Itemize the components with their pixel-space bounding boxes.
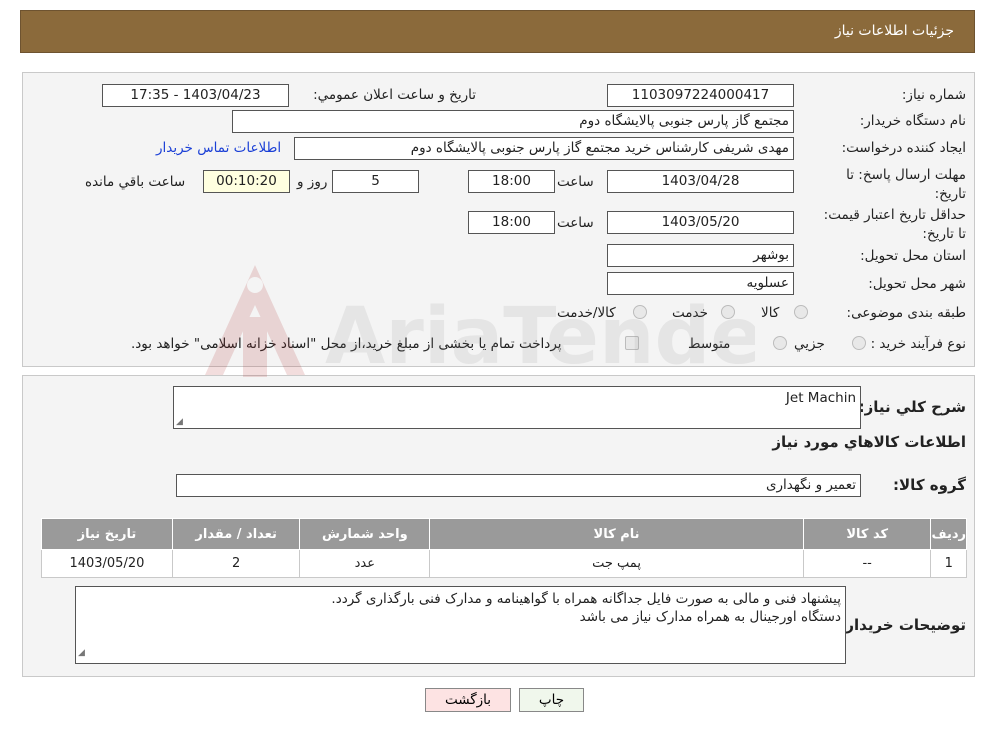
- summary-label: شرح کلي نياز:: [858, 398, 966, 416]
- col-unit-header: واحد شمارش: [299, 518, 431, 550]
- cell-date: 1403/05/20: [41, 549, 173, 578]
- need-number-label: شماره نیاز:: [901, 87, 966, 103]
- category-goods-label: کالا: [761, 305, 780, 321]
- cell-code: --: [802, 549, 932, 578]
- summary-value: Jet Machin: [785, 390, 856, 406]
- buyer-org-label: نام دستگاه خریدار:: [859, 113, 966, 129]
- category-goods-service-radio[interactable]: [633, 305, 647, 319]
- print-button[interactable]: چاپ: [519, 688, 584, 712]
- deadline-time-field[interactable]: 18:00: [468, 170, 555, 193]
- process-medium-radio[interactable]: [773, 336, 787, 350]
- goods-section-title: اطلاعات کالاهاي مورد نياز: [772, 433, 966, 451]
- price-validity-time-label: ساعت: [557, 215, 594, 231]
- goods-panel: شرح کلي نياز: Jet Machin ◢ اطلاعات کالاه…: [22, 375, 975, 677]
- goods-group-label: گروه کالا:: [893, 476, 966, 494]
- col-name-header: نام کالا: [429, 518, 804, 550]
- process-label: نوع فرآیند خرید :: [870, 336, 966, 352]
- deadline-days-label: روز و: [297, 174, 328, 190]
- resize-grip-icon[interactable]: ◢: [78, 644, 85, 662]
- deadline-days-field[interactable]: 5: [332, 170, 419, 193]
- page-title: جزئیات اطلاعات نیاز: [834, 23, 954, 39]
- buyer-org-field[interactable]: مجتمع گاز پارس جنوبی پالایشگاه دوم: [232, 110, 794, 133]
- summary-textarea[interactable]: Jet Machin ◢: [173, 386, 861, 429]
- buyer-contact-link[interactable]: اطلاعات تماس خریدار: [156, 140, 281, 156]
- buyer-notes-label: توضیحات خریدار:: [839, 616, 966, 634]
- deadline-date-field[interactable]: 1403/04/28: [607, 170, 794, 193]
- goods-group-field[interactable]: تعمیر و نگهداری: [176, 474, 861, 497]
- resize-grip-icon[interactable]: ◢: [176, 417, 183, 427]
- process-minor-label: جزیي: [794, 336, 825, 352]
- col-qty-header: تعداد / مقدار: [171, 518, 301, 550]
- city-field[interactable]: عسلویه: [607, 272, 794, 295]
- cell-unit: عدد: [299, 549, 431, 578]
- treasury-checkbox[interactable]: [625, 336, 639, 350]
- process-minor-radio[interactable]: [852, 336, 866, 350]
- deadline-time-label: ساعت: [557, 174, 594, 190]
- city-label: شهر محل تحویل:: [868, 276, 966, 292]
- requester-field[interactable]: مهدی شریفی کارشناس خرید مجتمع گاز پارس ج…: [294, 137, 794, 160]
- category-service-radio[interactable]: [721, 305, 735, 319]
- category-service-label: خدمت: [672, 305, 708, 321]
- category-goods-service-label: کالا/خدمت: [557, 305, 616, 321]
- cell-row: 1: [930, 549, 967, 578]
- announce-datetime-field[interactable]: 1403/04/23 - 17:35: [102, 84, 289, 107]
- cell-qty: 2: [171, 549, 301, 578]
- page-header: جزئیات اطلاعات نیاز: [20, 10, 975, 53]
- buyer-notes-textarea[interactable]: پیشنهاد فنی و مالی به صورت فایل جداگانه …: [75, 586, 846, 664]
- category-label: طبقه بندی موضوعی:: [846, 305, 966, 321]
- cell-name: پمپ جت: [429, 549, 804, 578]
- price-validity-date-field[interactable]: 1403/05/20: [607, 211, 794, 234]
- requester-label: ایجاد کننده درخواست:: [841, 140, 966, 156]
- process-medium-label: متوسط: [688, 336, 731, 352]
- province-field[interactable]: بوشهر: [607, 244, 794, 267]
- col-row-header: رديف: [930, 518, 967, 550]
- goods-table: رديف کد کالا نام کالا واحد شمارش تعداد /…: [41, 518, 967, 578]
- need-number-field[interactable]: 1103097224000417: [607, 84, 794, 107]
- table-header-row: رديف کد کالا نام کالا واحد شمارش تعداد /…: [41, 518, 967, 550]
- remaining-time-label: ساعت باقي مانده: [85, 174, 186, 190]
- table-row[interactable]: 1 -- پمپ جت عدد 2 1403/05/20: [41, 549, 967, 578]
- price-validity-label: حداقل تاریخ اعتبار قیمت: تا تاریخ:: [823, 207, 966, 242]
- buyer-notes-line-1: پیشنهاد فنی و مالی به صورت فایل جداگانه …: [331, 591, 841, 607]
- announce-datetime-label: تاریخ و ساعت اعلان عمومي:: [313, 87, 476, 103]
- deadline-label: مهلت ارسال پاسخ: تا تاریخ:: [846, 167, 966, 202]
- col-date-header: تاریخ نیاز: [41, 518, 173, 550]
- need-info-panel: شماره نیاز: 1103097224000417 تاریخ و ساع…: [22, 72, 975, 367]
- treasury-note: پرداخت تمام یا بخشی از مبلغ خرید،از محل …: [131, 336, 562, 352]
- col-code-header: کد کالا: [802, 518, 932, 550]
- remaining-time-field: 00:10:20: [203, 170, 290, 193]
- buyer-notes-line-2: دستگاه اورجینال به همراه مدارک نیاز می ب…: [579, 609, 841, 625]
- price-validity-time-field[interactable]: 18:00: [468, 211, 555, 234]
- category-goods-radio[interactable]: [794, 305, 808, 319]
- back-button[interactable]: بازگشت: [425, 688, 511, 712]
- province-label: استان محل تحویل:: [860, 248, 966, 264]
